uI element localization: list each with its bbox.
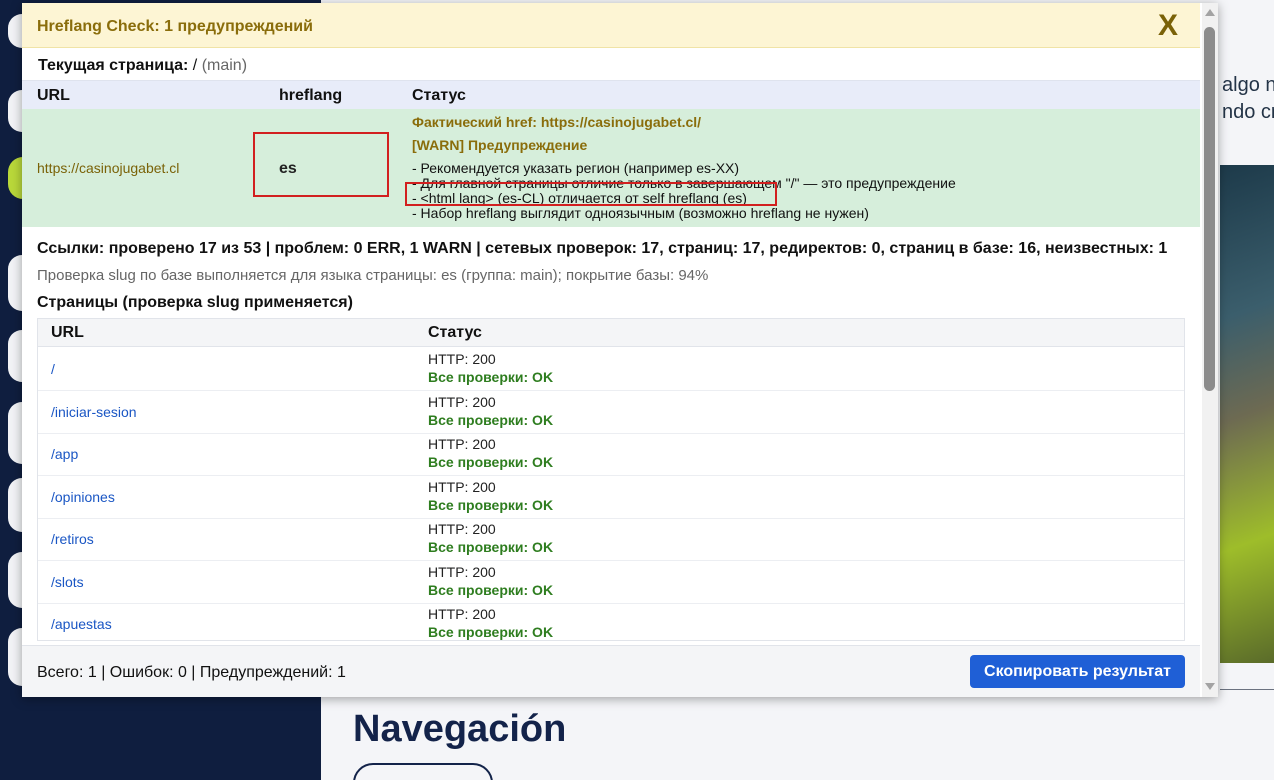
- hreflang-table-row: https://casinojugabet.cl es Фактический …: [22, 109, 1200, 227]
- pages-table-header: URL Статус: [38, 319, 1184, 347]
- check-result: Все проверки: OK: [428, 497, 554, 513]
- popup-footer: Всего: 1 | Ошибок: 0 | Предупреждений: 1…: [22, 645, 1200, 697]
- http-status: HTTP: 200: [428, 394, 496, 410]
- http-status: HTTP: 200: [428, 521, 496, 537]
- column-header-status: Статус: [412, 87, 466, 104]
- check-result: Все проверки: OK: [428, 582, 554, 598]
- slug-note: Проверка slug по базе выполняется для яз…: [37, 267, 709, 284]
- page-link[interactable]: /retiros: [51, 531, 94, 547]
- pages-section-title: Страницы (проверка slug применяется): [37, 294, 353, 311]
- page-link[interactable]: /app: [51, 446, 78, 462]
- copy-result-button[interactable]: Скопировать результат: [970, 655, 1185, 688]
- http-status: HTTP: 200: [428, 564, 496, 580]
- warn-message: - Набор hreflang выглядит одноязычным (в…: [412, 205, 869, 221]
- page-link[interactable]: /iniciar-sesion: [51, 404, 137, 420]
- links-summary: Ссылки: проверено 17 из 53 | проблем: 0 …: [37, 240, 1168, 257]
- table-row: /apuestas HTTP: 200 Все проверки: OK: [38, 603, 1184, 640]
- pages-table: URL Статус / HTTP: 200 Все проверки: OK …: [37, 318, 1185, 641]
- hreflang-url: https://casinojugabet.cl: [37, 160, 180, 176]
- http-status: HTTP: 200: [428, 606, 496, 622]
- warn-title: [WARN] Предупреждение: [412, 137, 588, 153]
- bg-text-line: algo n: [1222, 74, 1274, 96]
- page-link[interactable]: /slots: [51, 574, 84, 590]
- page-link[interactable]: /opiniones: [51, 489, 115, 505]
- table-row: / HTTP: 200 Все проверки: OK: [38, 348, 1184, 391]
- page-link[interactable]: /: [51, 361, 55, 377]
- check-result: Все проверки: OK: [428, 412, 554, 428]
- table-row: /slots HTTP: 200 Все проверки: OK: [38, 561, 1184, 604]
- check-result: Все проверки: OK: [428, 454, 554, 470]
- column-header-status: Статус: [428, 324, 482, 341]
- actual-href: Фактический href: https://casinojugabet.…: [412, 114, 702, 130]
- column-header-url: URL: [37, 87, 70, 104]
- check-result: Все проверки: OK: [428, 369, 554, 385]
- bg-section-heading: Navegación: [353, 708, 567, 750]
- popup-scrollbar[interactable]: [1202, 3, 1218, 697]
- check-result: Все проверки: OK: [428, 624, 554, 640]
- page-link[interactable]: /apuestas: [51, 616, 112, 632]
- table-row: /app HTTP: 200 Все проверки: OK: [38, 433, 1184, 476]
- column-header-hreflang: hreflang: [279, 87, 343, 104]
- column-header-url: URL: [51, 324, 84, 341]
- scroll-down-arrow-icon[interactable]: [1205, 683, 1215, 690]
- table-row: /opiniones HTTP: 200 Все проверки: OK: [38, 476, 1184, 519]
- hreflang-table-header: URL hreflang Статус: [22, 80, 1200, 109]
- bg-text-line: ndo cr: [1222, 101, 1274, 123]
- highlight-box-lang-mismatch: [405, 182, 777, 206]
- scrollbar-thumb[interactable]: [1204, 27, 1215, 391]
- highlight-box-hreflang: [253, 132, 389, 197]
- popup-header: Hreflang Check: 1 предупреждений X: [22, 3, 1200, 48]
- hreflang-check-popup: Hreflang Check: 1 предупреждений X Текущ…: [22, 3, 1218, 697]
- current-page-label: Текущая страница:: [38, 57, 189, 74]
- bg-divider: [1220, 689, 1274, 690]
- table-row: /iniciar-sesion HTTP: 200 Все проверки: …: [38, 391, 1184, 434]
- http-status: HTTP: 200: [428, 436, 496, 452]
- scroll-up-arrow-icon[interactable]: [1205, 9, 1215, 16]
- bg-hero-image: [1220, 165, 1274, 663]
- popup-title: Hreflang Check: 1 предупреждений: [37, 18, 313, 35]
- footer-summary: Всего: 1 | Ошибок: 0 | Предупреждений: 1: [37, 664, 346, 681]
- http-status: HTTP: 200: [428, 479, 496, 495]
- current-page: Текущая страница: / (main): [38, 57, 247, 75]
- http-status: HTTP: 200: [428, 351, 496, 367]
- table-row: /retiros HTTP: 200 Все проверки: OK: [38, 518, 1184, 561]
- current-page-group: (main): [201, 57, 248, 74]
- warn-message: - Рекомендуется указать регион (например…: [412, 160, 740, 176]
- close-button[interactable]: X: [1158, 9, 1178, 43]
- current-page-path: /: [192, 57, 198, 74]
- bg-outline-button[interactable]: [353, 763, 493, 780]
- check-result: Все проверки: OK: [428, 539, 554, 555]
